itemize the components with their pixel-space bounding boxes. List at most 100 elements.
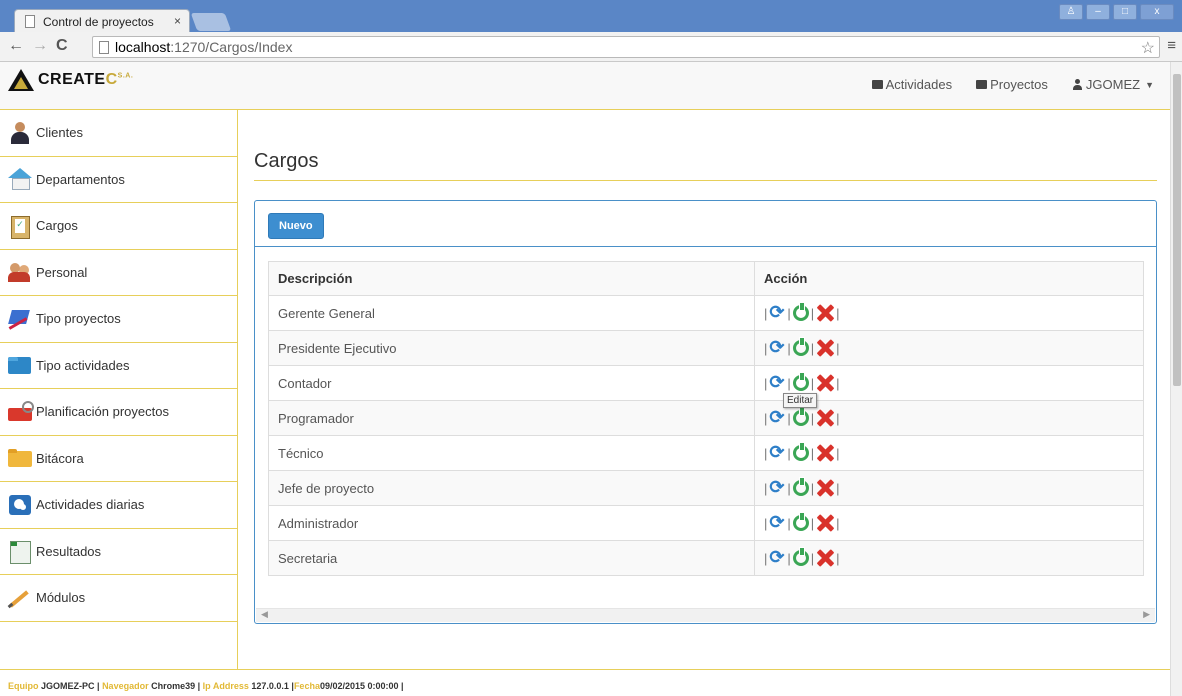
forward-arrow-icon[interactable]: →: [32, 37, 48, 55]
maximize-button[interactable]: □: [1113, 4, 1137, 20]
toggle-power-icon[interactable]: [792, 302, 809, 321]
scroll-left-icon[interactable]: ◀: [261, 609, 268, 620]
row-actions: ||||: [764, 477, 1134, 498]
top-navbar: CREATECS.A. Actividades Proyectos JGOMEZ…: [0, 62, 1170, 110]
edit-refresh-icon[interactable]: [769, 302, 785, 323]
new-tab-button[interactable]: [190, 13, 232, 31]
minimize-button[interactable]: –: [1086, 4, 1110, 20]
nav-actividades[interactable]: Actividades: [871, 77, 953, 92]
toggle-power-icon[interactable]: [792, 337, 809, 356]
folder-yellow-icon: [8, 447, 32, 469]
tooltip: Editar: [783, 393, 818, 408]
delete-x-icon[interactable]: [816, 304, 834, 322]
sidebar-item-tipo-actividades[interactable]: Tipo actividades: [0, 343, 237, 389]
table-header-row: Descripción Acción: [268, 261, 1144, 296]
user-menu[interactable]: JGOMEZ ▼: [1072, 77, 1154, 92]
cell-accion: ||||: [754, 470, 1144, 506]
nav-proyectos[interactable]: Proyectos: [976, 77, 1048, 92]
footer: Equipo JGOMEZ-PC | Navegador Chrome39 | …: [0, 669, 1170, 696]
table-row: Presidente Ejecutivo ||||: [268, 330, 1144, 366]
edit-refresh-icon[interactable]: [769, 442, 785, 463]
close-window-button[interactable]: x: [1140, 4, 1174, 20]
sidebar-item-clientes[interactable]: Clientes: [0, 110, 237, 157]
sidebar-item-modulos[interactable]: Módulos: [0, 575, 237, 622]
scrollbar-thumb[interactable]: [1173, 74, 1181, 386]
edit-refresh-icon[interactable]: [769, 337, 785, 358]
sidebar-item-tipo-proyectos[interactable]: Tipo proyectos: [0, 296, 237, 343]
cell-descripcion: Técnico: [268, 435, 755, 471]
new-button[interactable]: Nuevo: [268, 213, 324, 239]
cargos-panel: Nuevo Descripción Acción Gerente General…: [254, 200, 1157, 624]
panel-header: Nuevo: [255, 201, 1156, 247]
scroll-right-icon[interactable]: ▶: [1143, 609, 1150, 620]
vertical-scrollbar[interactable]: [1170, 62, 1182, 696]
projects-icon: [976, 80, 988, 89]
table-row: Secretaria ||||: [268, 540, 1144, 576]
toggle-power-icon[interactable]: [792, 407, 809, 426]
reload-icon[interactable]: C: [56, 37, 68, 55]
sidebar-item-resultados[interactable]: Resultados: [0, 529, 237, 575]
tab-title: Control de proyectos: [43, 15, 154, 29]
tab-close-icon[interactable]: ×: [174, 14, 181, 28]
back-arrow-icon[interactable]: ←: [8, 37, 24, 55]
toggle-power-icon[interactable]: [792, 512, 809, 531]
toggle-power-icon[interactable]: [792, 547, 809, 566]
sidebar-item-actividades-diarias[interactable]: Actividades diarias: [0, 482, 237, 529]
sidebar-item-cargos[interactable]: Cargos: [0, 203, 237, 250]
address-bar[interactable]: localhost:1270/Cargos/Index ☆: [92, 36, 1160, 58]
table-row: Contador ||||: [268, 365, 1144, 401]
edit-refresh-icon[interactable]: [769, 407, 785, 428]
browser-toolbar: ← → C localhost:1270/Cargos/Index ☆ ≡: [0, 32, 1182, 62]
sidebar-item-label: Personal: [36, 264, 88, 280]
delete-x-icon[interactable]: [816, 514, 834, 532]
delete-x-icon[interactable]: [816, 374, 834, 392]
user-profile-button[interactable]: ♙: [1059, 4, 1083, 20]
logo-triangle-icon: [8, 69, 34, 91]
sidebar-item-planificacion[interactable]: Planificación proyectos: [0, 389, 237, 436]
brand-logo[interactable]: CREATECS.A.: [8, 69, 133, 91]
cell-accion: ||||: [754, 330, 1144, 366]
user-name: JGOMEZ: [1085, 77, 1141, 92]
horizontal-scrollbar[interactable]: ◀ ▶: [256, 608, 1155, 622]
cell-descripcion: Programador: [268, 400, 755, 436]
nav-actividades-label: Actividades: [885, 77, 953, 92]
sidebar-item-label: Actividades diarias: [36, 497, 145, 513]
delete-x-icon[interactable]: [816, 479, 834, 497]
folder-icon: [8, 354, 32, 376]
edit-refresh-icon[interactable]: [769, 372, 785, 393]
url-text: localhost:1270/Cargos/Index: [115, 39, 293, 55]
spreadsheet-icon: [8, 540, 32, 565]
row-actions: ||||: [764, 372, 1134, 393]
browser-menu-icon[interactable]: ≡: [1167, 37, 1176, 54]
delete-x-icon[interactable]: [816, 339, 834, 357]
sidebar-item-label: Resultados: [36, 543, 102, 559]
cell-descripcion: Administrador: [268, 505, 755, 541]
toggle-power-icon[interactable]: [792, 442, 809, 461]
toolbox-icon: [8, 400, 34, 423]
chevron-down-icon: ▼: [1145, 79, 1154, 90]
table-row: Programador ||||: [268, 400, 1144, 436]
toggle-power-icon[interactable]: [792, 477, 809, 496]
column-header-descripcion: Descripción: [268, 261, 755, 296]
sidebar-item-label: Tipo proyectos: [36, 311, 121, 327]
browser-tab[interactable]: Control de proyectos ×: [14, 9, 190, 33]
delete-x-icon[interactable]: [816, 409, 834, 427]
sidebar-item-personal[interactable]: Personal: [0, 250, 237, 296]
page-icon: [99, 41, 109, 54]
toggle-power-icon[interactable]: [792, 372, 809, 391]
title-divider: [254, 180, 1157, 181]
edit-refresh-icon[interactable]: [769, 477, 785, 498]
sidebar-item-departamentos[interactable]: Departamentos: [0, 157, 237, 203]
delete-x-icon[interactable]: [816, 444, 834, 462]
delete-x-icon[interactable]: [816, 549, 834, 567]
table-row: Jefe de proyecto ||||: [268, 470, 1144, 506]
window-controls: ♙ – □ x: [1059, 4, 1174, 20]
edit-refresh-icon[interactable]: [769, 512, 785, 533]
row-actions: ||||: [764, 547, 1134, 568]
sidebar-item-bitacora[interactable]: Bitácora: [0, 436, 237, 482]
sidebar-item-label: Bitácora: [36, 450, 84, 466]
sidebar-item-label: Clientes: [36, 125, 83, 141]
cell-descripcion: Jefe de proyecto: [268, 470, 755, 506]
bookmark-star-icon[interactable]: ☆: [1141, 38, 1155, 58]
edit-refresh-icon[interactable]: [769, 547, 785, 568]
